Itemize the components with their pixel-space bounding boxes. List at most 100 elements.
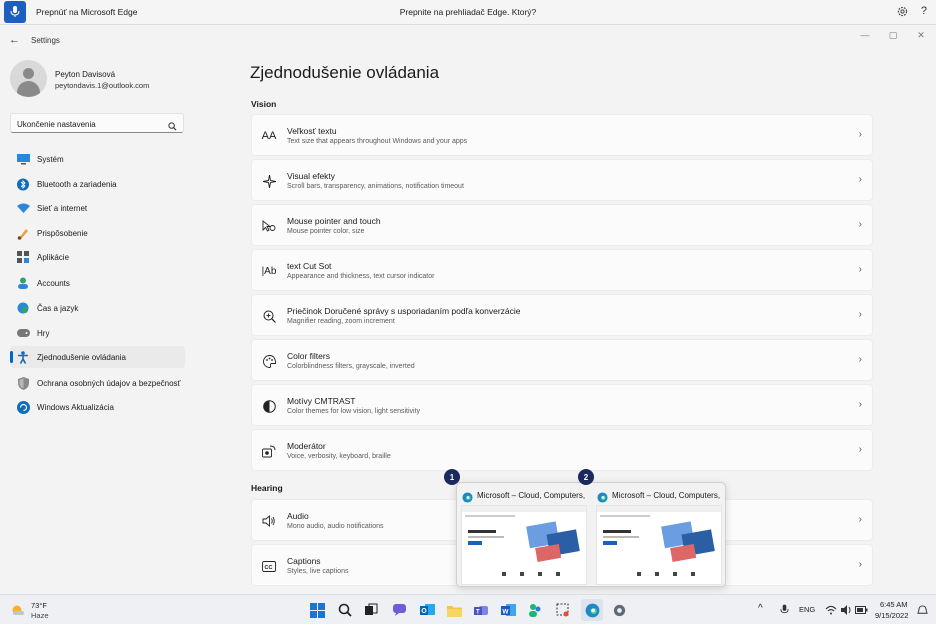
card-subtitle: Appearance and thickness, text cursor in… [287,273,435,280]
chevron-right-icon: › [858,559,862,570]
weather-icon[interactable] [9,601,27,619]
section-title-hearing: Hearing [251,483,283,493]
sidebar-item-9[interactable]: Zjednodušenie ovládania [10,346,185,368]
card-title: Captions [287,556,321,566]
sidebar-item-8[interactable]: Hry [10,322,185,344]
sidebar-item-6[interactable]: Accounts [10,272,185,294]
sidebar-item-5[interactable]: Aplikácie [10,246,185,268]
taskbar-preview-popup: Microsoft – Cloud, Computers, ... Micros… [456,482,726,587]
svg-text:CC: CC [265,564,273,570]
chevron-right-icon: › [858,264,862,275]
task-view-icon[interactable] [362,601,380,619]
user-name: Peyton Davisová [55,70,116,79]
sidebar-item-label: Bluetooth a zariadenia [37,179,117,189]
microphone-icon [10,6,20,17]
chevron-right-icon: › [858,219,862,230]
card-title: text Cut Sot [287,261,332,271]
back-arrow-icon[interactable]: ← [9,34,20,46]
sidebar-item-2[interactable]: Bluetooth a zariadenia [10,173,185,195]
battery-icon[interactable] [852,601,870,619]
settings-card-magnifier[interactable]: Priečinok Doručené správy s usporiadaním… [251,294,873,336]
shield-icon [16,376,30,390]
chevron-right-icon: › [858,444,862,455]
voice-command-text: Prepnúť na Microsoft Edge [36,7,138,17]
preview-window-title: Microsoft – Cloud, Computers, ... [612,491,722,500]
sidebar-item-4[interactable]: Prispôsobenie [10,222,185,244]
chevron-up-icon[interactable]: ^ [758,603,763,614]
close-button[interactable]: ✕ [908,28,934,42]
search-icon[interactable] [168,118,177,136]
card-title: Visual efekty [287,171,336,181]
preview-window-title: Microsoft – Cloud, Computers, ... [477,491,587,500]
card-subtitle: Styles, live captions [287,568,349,575]
sidebar-item-label: Accounts [37,278,70,288]
clock-time[interactable]: 6:45 AM [880,600,908,609]
start-icon[interactable] [308,601,326,619]
card-title: Priečinok Doručené správy s usporiadaním… [287,306,521,316]
search-input[interactable] [11,115,161,134]
sidebar-item-10[interactable]: Ochrana osobných údajov a bezpečnosť [10,372,185,394]
voice-prompt-text: Prepnite na prehliadač Edge. Ktorý? [399,7,537,17]
outlook-icon[interactable] [418,601,436,619]
window-number-badge-2: 2 [578,469,594,485]
voice-access-bar: Prepnúť na Microsoft Edge Prepnite na pr… [0,0,936,25]
snipping-tool-icon[interactable] [554,601,572,619]
gamepad-icon [16,326,30,340]
word-icon[interactable]: W [499,601,517,619]
search-box[interactable] [10,113,184,136]
card-subtitle: Color themes for low vision, light sensi… [287,408,421,415]
sidebar-item-label: Hry [37,328,50,338]
settings-gear-icon[interactable] [610,601,628,619]
card-title: Color filters [287,351,330,361]
update-icon [16,400,30,414]
voice-settings-button[interactable] [896,5,909,23]
card-subtitle: Text size that appears throughout Window… [287,138,468,145]
text-size-icon: AA [261,130,277,142]
settings-card-contrast[interactable]: Motívy CMTRAST Color themes for low visio… [251,384,873,426]
preview-window-2[interactable]: Microsoft – Cloud, Computers, ... [592,483,725,588]
settings-card-palette[interactable]: Color filters Colorblindness filters, gra… [251,339,873,381]
card-subtitle: Mono audio, audio notifications [287,523,384,530]
apps-icon [16,250,30,264]
contrast-icon [261,398,277,414]
chevron-right-icon: › [858,514,862,525]
settings-card-text-cursor[interactable]: |Ab text Cut Sot Appearance and thickness,… [251,249,873,291]
card-subtitle: Magnifier reading, zoom increment [287,318,395,325]
microphone-icon[interactable] [775,601,793,619]
card-title: Audio [287,511,309,521]
clock-date[interactable]: 9/15/2022 [875,611,908,620]
people-icon[interactable] [526,601,544,619]
card-subtitle: Mouse pointer color, size [287,228,365,235]
card-subtitle: Voice, verbosity, keyboard, braille [287,453,391,460]
sidebar-item-label: Prispôsobenie [37,228,88,238]
file-explorer-icon[interactable] [445,601,463,619]
sidebar-item-7[interactable]: Čas a jazyk [10,297,185,319]
preview-window-1[interactable]: Microsoft – Cloud, Computers, ... [457,483,590,588]
accessibility-icon [16,350,30,364]
settings-card-narrator[interactable]: Moderátor Voice, verbosity, keyboard, bra… [251,429,873,471]
search-icon[interactable] [336,601,354,619]
window-number-badge-1: 1 [444,469,460,485]
taskbar: 73°F Haze T W ^ ENG 6:45 AM 9/15/2022 [0,594,936,624]
settings-card-text-size[interactable]: AA Veľkosť textu Text size that appears th… [251,114,873,156]
chevron-right-icon: › [858,399,862,410]
sidebar-item-11[interactable]: Windows Aktualizácia [10,396,185,418]
wifi-icon [16,201,30,215]
help-button[interactable]: ? [921,5,927,17]
magnifier-icon [261,308,277,324]
language-indicator[interactable]: ENG [799,605,815,614]
maximize-button[interactable]: ▢ [880,28,906,42]
chat-icon[interactable] [390,601,408,619]
sidebar-item-1[interactable]: Systém [10,148,185,170]
notifications-icon[interactable] [913,601,931,619]
section-title-vision: Vision [251,99,277,109]
microphone-button[interactable] [4,1,26,23]
avatar[interactable] [10,60,47,97]
sidebar-item-3[interactable]: Sieť a internet [10,197,185,219]
teams-icon[interactable]: T [472,601,490,619]
settings-card-pointer[interactable]: Mouse pointer and touch Mouse pointer col… [251,204,873,246]
settings-card-sparkle[interactable]: Visual efekty Scroll bars, transparency, … [251,159,873,201]
minimize-button[interactable]: — [852,28,878,42]
chevron-right-icon: › [858,129,862,140]
edge-taskbar-button[interactable] [581,599,603,621]
